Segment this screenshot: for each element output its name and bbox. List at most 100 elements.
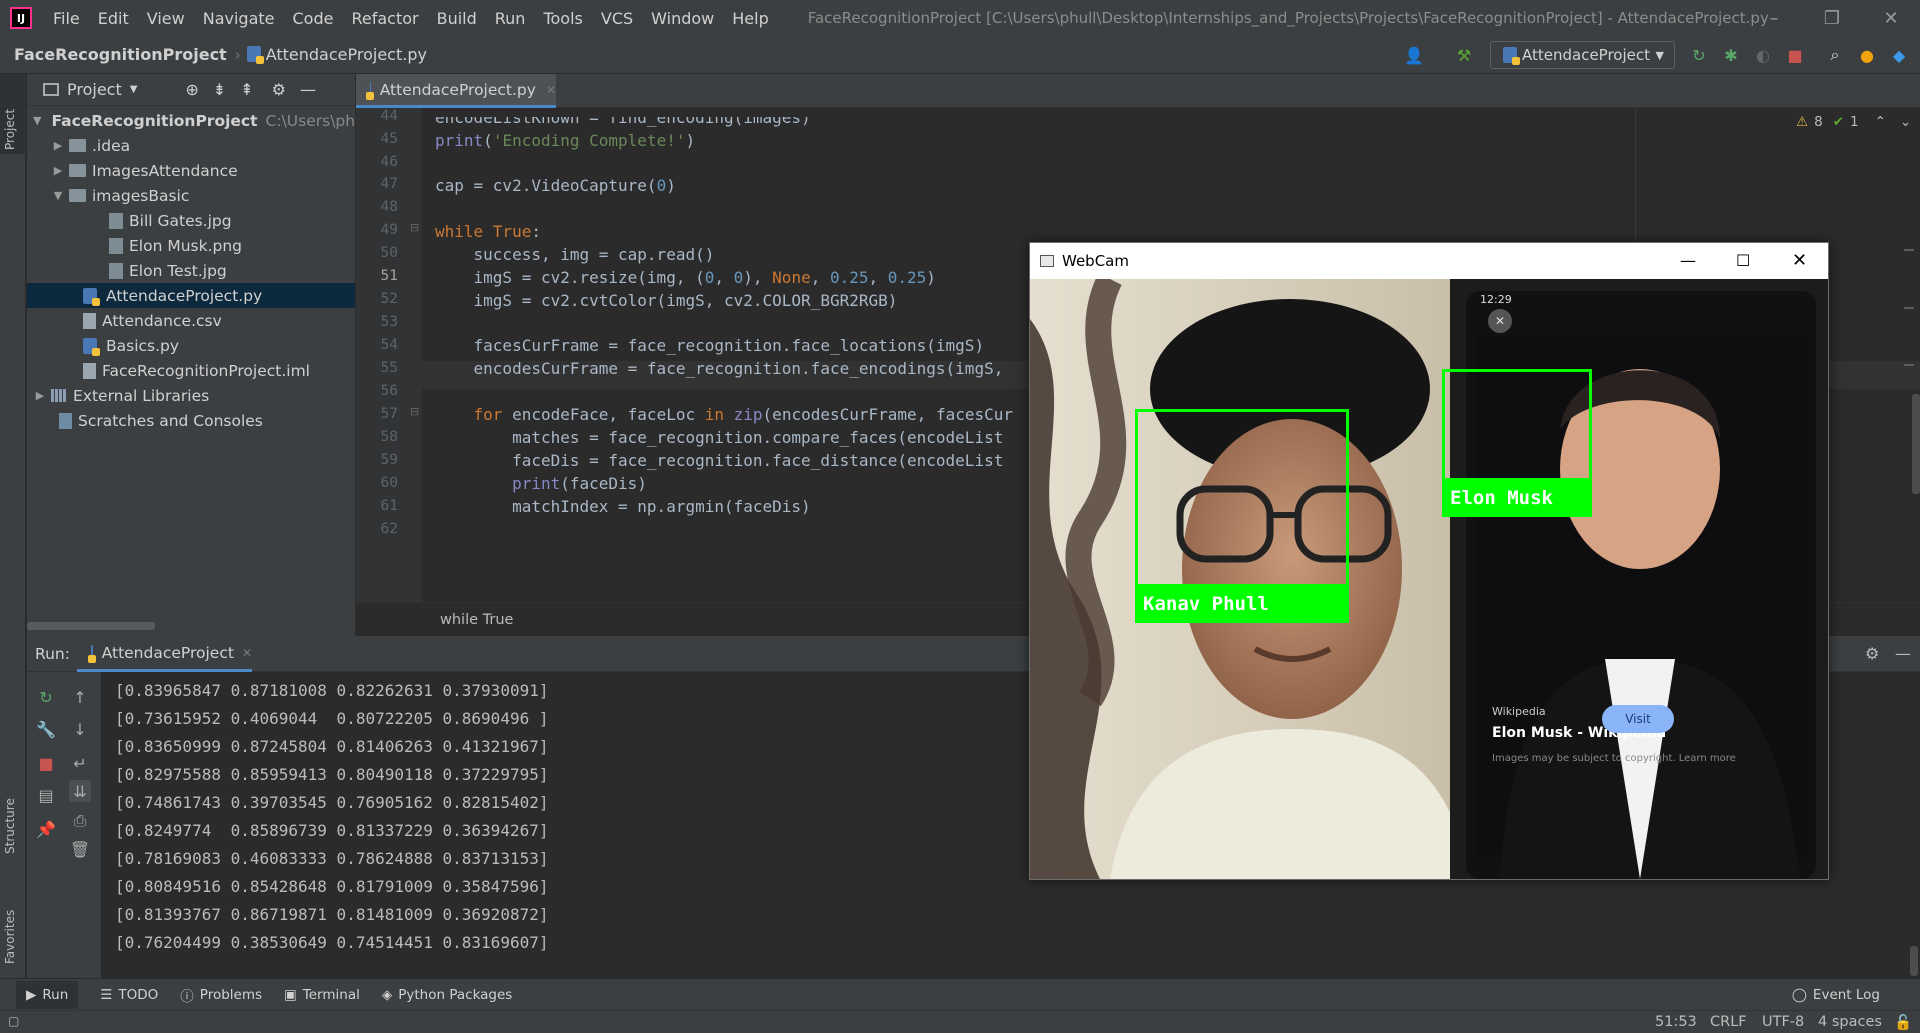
- stop-icon[interactable]: ■: [35, 752, 57, 774]
- lock-icon[interactable]: 🔓: [1894, 1014, 1912, 1031]
- gear-icon[interactable]: ⚙: [1865, 644, 1879, 663]
- update-icon[interactable]: ●: [1858, 46, 1876, 65]
- minimize-button[interactable]: —: [1680, 251, 1696, 270]
- user-icon[interactable]: 👤: [1404, 46, 1424, 65]
- menu-file[interactable]: File: [44, 9, 89, 28]
- tree-item-attendaceproject[interactable]: AttendaceProject.py: [27, 283, 355, 308]
- menu-tools[interactable]: Tools: [534, 9, 591, 28]
- tree-item-imagesbasic[interactable]: ▼ imagesBasic: [27, 183, 355, 208]
- close-tab-icon[interactable]: ✕: [546, 83, 556, 97]
- tool-window-bar: ▶ Run ☰ TODO ⓘ Problems ▣ Terminal ◈ Python P…: [0, 978, 1920, 1010]
- print-icon[interactable]: ⎙: [69, 810, 91, 832]
- vertical-scrollbar[interactable]: [1912, 394, 1920, 494]
- fold-icon[interactable]: ⊟: [410, 221, 419, 234]
- code-line-58: matches = face_recognition.compare_faces…: [435, 428, 1004, 447]
- toolwindow-problems[interactable]: ⓘ Problems: [180, 985, 262, 1005]
- chevron-down-icon[interactable]: ▼: [130, 84, 138, 95]
- menu-refactor[interactable]: Refactor: [342, 9, 427, 28]
- tab-attendaceproject[interactable]: AttendaceProject.py ✕: [356, 74, 556, 108]
- menu-vcs[interactable]: VCS: [592, 9, 642, 28]
- menu-edit[interactable]: Edit: [89, 9, 138, 28]
- indent-setting[interactable]: 4 spaces: [1818, 1014, 1882, 1030]
- project-tool-tab-label[interactable]: Project: [3, 109, 17, 150]
- arrow-down-icon[interactable]: ↓: [69, 718, 91, 740]
- horizontal-scrollbar[interactable]: [27, 622, 155, 630]
- menu-code[interactable]: Code: [284, 9, 343, 28]
- tree-item-bill-gates[interactable]: Bill Gates.jpg: [27, 208, 355, 233]
- tree-item-elon-test[interactable]: Elon Test.jpg: [27, 258, 355, 283]
- tree-item-scratches[interactable]: Scratches and Consoles: [27, 408, 355, 433]
- toolwindow-run[interactable]: ▶ Run: [16, 980, 79, 1009]
- tab-run-attendaceproject[interactable]: AttendaceProject ✕: [77, 636, 252, 672]
- stop-icon[interactable]: ■: [1786, 46, 1804, 65]
- menu-help[interactable]: Help: [723, 9, 777, 28]
- run-configuration-select[interactable]: AttendaceProject ▼: [1490, 41, 1675, 69]
- close-icon: ✕: [1488, 309, 1512, 333]
- tree-item-external-libraries[interactable]: ▶ External Libraries: [27, 383, 355, 408]
- tree-item-iml[interactable]: FaceRecognitionProject.iml: [27, 358, 355, 383]
- tree-item-basics[interactable]: Basics.py: [27, 333, 355, 358]
- build-hammer-icon[interactable]: ⚒: [1455, 46, 1473, 65]
- rerun-icon[interactable]: ↻: [35, 686, 57, 708]
- caret-position[interactable]: 51:53: [1655, 1014, 1697, 1030]
- toolwindow-todo[interactable]: ☰ TODO: [100, 987, 158, 1003]
- rerun-icon[interactable]: ↻: [1690, 46, 1708, 65]
- trash-icon[interactable]: 🗑: [69, 838, 91, 860]
- tree-item-imagesattendance[interactable]: ▶ ImagesAttendance: [27, 158, 355, 183]
- toolwindow-terminal[interactable]: ▣ Terminal: [284, 987, 360, 1003]
- hide-panel-icon[interactable]: —: [1895, 644, 1911, 663]
- console-scrollbar[interactable]: [1910, 946, 1918, 976]
- chevron-down-icon[interactable]: ⌄: [1900, 114, 1911, 130]
- toolwindow-event-log[interactable]: ◯ Event Log: [1792, 987, 1880, 1003]
- coverage-icon[interactable]: ◐: [1754, 46, 1772, 65]
- close-button[interactable]: ✕: [1792, 250, 1807, 271]
- close-tab-icon[interactable]: ✕: [242, 646, 252, 660]
- expand-all-icon[interactable]: ⇟: [213, 80, 226, 99]
- locate-icon[interactable]: ⊕: [185, 80, 198, 99]
- file-encoding[interactable]: UTF-8: [1762, 1014, 1804, 1030]
- menu-navigate[interactable]: Navigate: [194, 9, 284, 28]
- layout-toggle-icon[interactable]: ▢: [8, 1014, 19, 1028]
- gear-icon[interactable]: ⚙: [272, 80, 286, 99]
- restore-button[interactable]: ❐: [1803, 0, 1861, 36]
- tree-item-elon-musk[interactable]: Elon Musk.png: [27, 233, 355, 258]
- debug-icon[interactable]: ✱: [1722, 46, 1740, 65]
- breadcrumb-file[interactable]: AttendaceProject.py: [241, 45, 427, 64]
- fold-icon[interactable]: ⊟: [410, 405, 419, 418]
- tree-item-idea[interactable]: ▶ .idea: [27, 133, 355, 158]
- menu-window[interactable]: Window: [642, 9, 723, 28]
- toolwindow-python-packages[interactable]: ◈ Python Packages: [382, 987, 512, 1003]
- breadcrumb-while-true[interactable]: while True: [440, 612, 513, 628]
- tree-item-attendance-csv[interactable]: Attendance.csv: [27, 308, 355, 333]
- arrow-up-icon[interactable]: ↑: [69, 686, 91, 708]
- console-output-line: [0.8249774 0.85896739 0.81337229 0.36394…: [115, 821, 549, 840]
- close-button[interactable]: ✕: [1862, 0, 1920, 36]
- webcam-title-bar[interactable]: WebCam — ☐ ✕: [1030, 243, 1828, 279]
- inspection-widget[interactable]: ⚠ 8 ✔ 1 ⌃ ⌄: [1796, 114, 1911, 130]
- tree-item-root[interactable]: ▼ FaceRecognitionProject C:\Users\phu: [27, 108, 365, 133]
- structure-tool-tab[interactable]: Structure: [3, 798, 17, 854]
- soft-wrap-icon[interactable]: ↵: [69, 752, 91, 774]
- collapse-all-icon[interactable]: ⇞: [240, 80, 253, 99]
- line-separator[interactable]: CRLF: [1710, 1014, 1747, 1030]
- menu-run[interactable]: Run: [486, 9, 535, 28]
- favorites-tool-tab[interactable]: Favorites: [3, 910, 17, 964]
- plugin-icon[interactable]: ◆: [1890, 46, 1908, 65]
- error-stripe-mark[interactable]: [1904, 307, 1914, 315]
- project-view-select[interactable]: Project: [67, 80, 122, 99]
- wrench-icon[interactable]: 🔧: [35, 718, 57, 740]
- layout-icon[interactable]: ▤: [35, 784, 57, 806]
- pin-icon[interactable]: 📌: [35, 818, 57, 840]
- webcam-window[interactable]: WebCam — ☐ ✕ 12:29 ✕ Kanav Phull Elon Mu…: [1029, 242, 1829, 880]
- minimize-button[interactable]: –: [1745, 0, 1803, 36]
- search-icon[interactable]: ⌕: [1826, 45, 1844, 64]
- scroll-to-end-icon[interactable]: ⇊: [69, 780, 91, 802]
- chevron-up-icon[interactable]: ⌃: [1875, 114, 1886, 130]
- hide-panel-icon[interactable]: —: [300, 80, 316, 99]
- menu-view[interactable]: View: [138, 9, 194, 28]
- error-stripe-mark[interactable]: [1904, 249, 1914, 257]
- menu-build[interactable]: Build: [428, 9, 486, 28]
- error-stripe-mark[interactable]: [1904, 364, 1914, 372]
- breadcrumb-project[interactable]: FaceRecognitionProject: [0, 45, 227, 64]
- maximize-button[interactable]: ☐: [1736, 251, 1750, 270]
